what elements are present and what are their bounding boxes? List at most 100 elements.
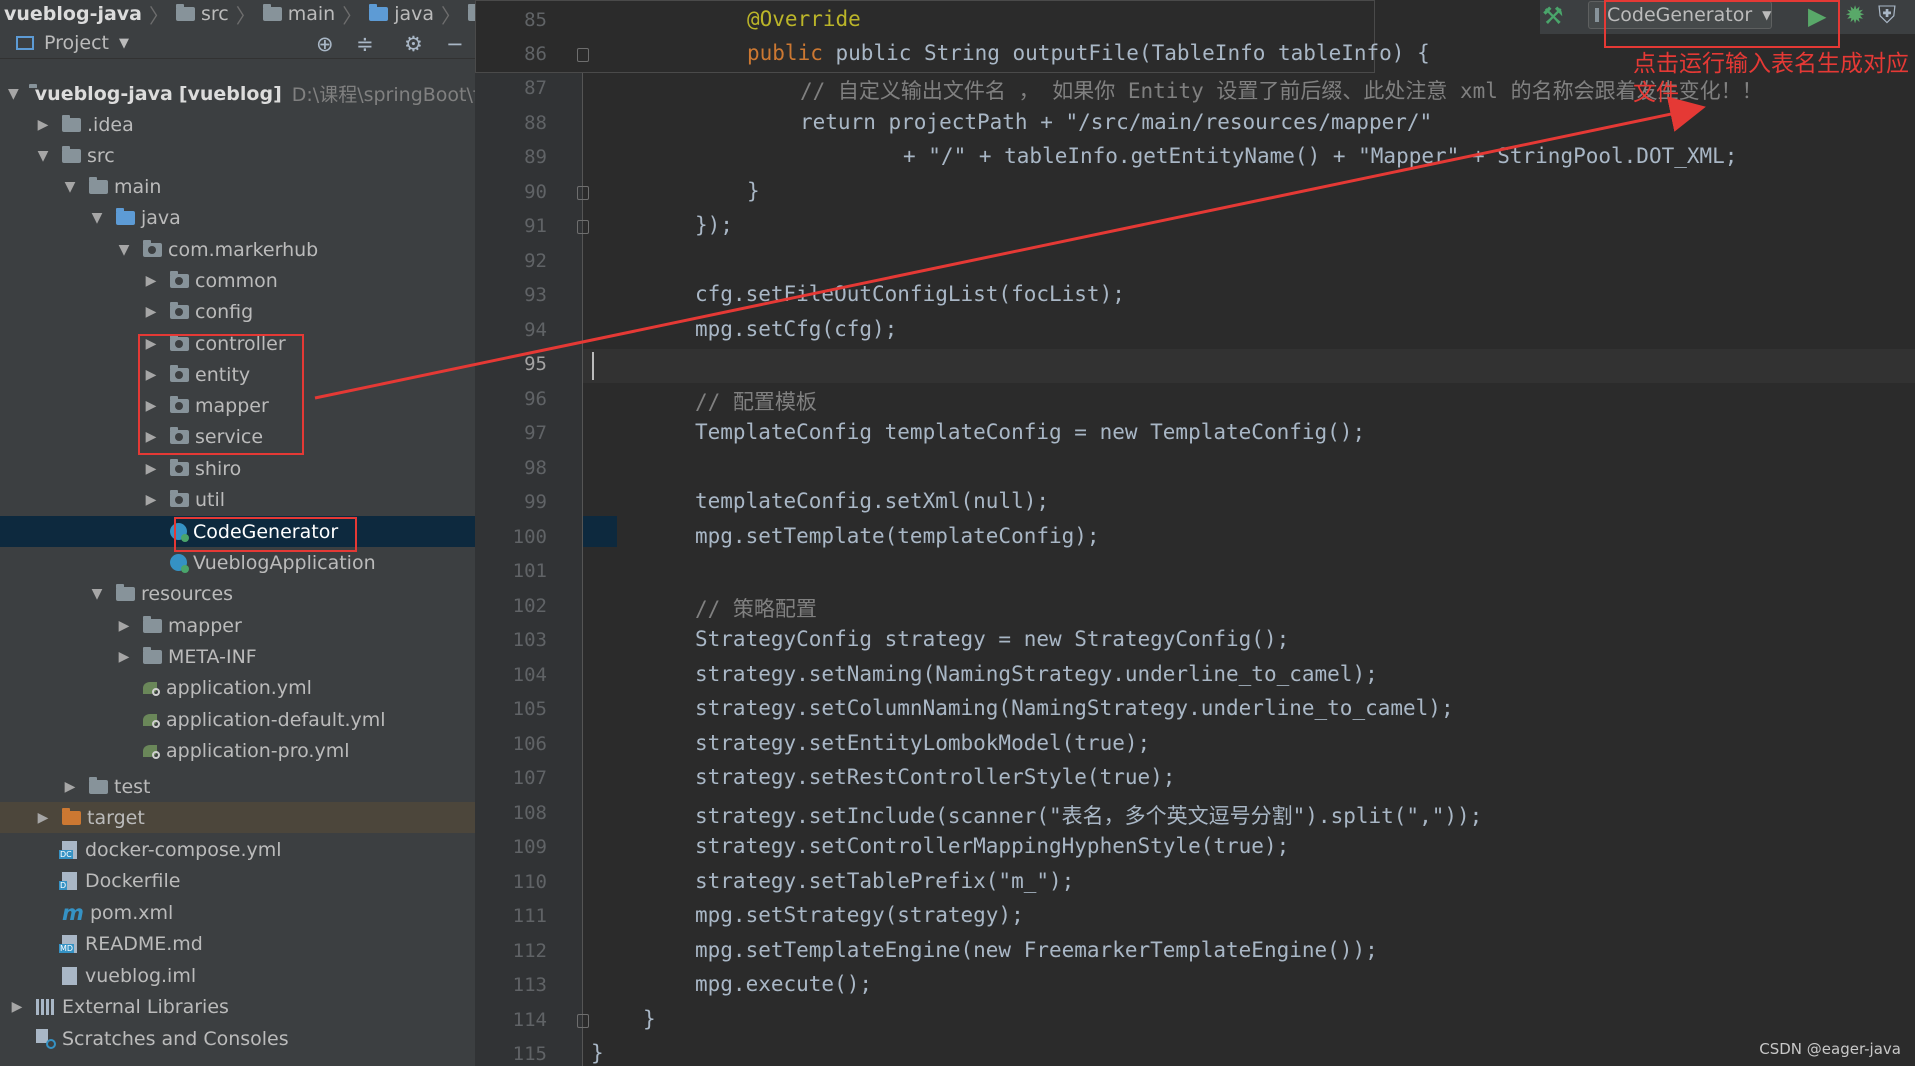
code-line[interactable]: strategy.setRestControllerStyle(true); (695, 765, 1175, 789)
collapse-arrow-icon[interactable]: ▶ (142, 273, 160, 289)
tree-item-docker-compose[interactable]: DC docker-compose.yml (0, 834, 509, 865)
line-number: 90 (524, 181, 547, 203)
collapse-arrow-icon[interactable]: ▶ (142, 492, 160, 508)
tree-item-label: External Libraries (62, 995, 229, 1018)
fold-marker-icon[interactable] (577, 1014, 589, 1028)
collapse-arrow-icon[interactable]: ▶ (115, 649, 133, 665)
code-line[interactable]: mpg.setStrategy(strategy); (695, 903, 1024, 927)
tree-item-dockerfile[interactable]: D Dockerfile (0, 865, 509, 896)
code-line[interactable]: mpg.execute(); (695, 972, 872, 996)
coverage-icon[interactable]: ⛨ (1878, 1, 1896, 29)
tree-item-pom[interactable]: m pom.xml (0, 897, 509, 928)
line-number: 97 (524, 422, 547, 444)
highlight-box-generated-packages (138, 334, 304, 455)
expand-arrow-icon[interactable]: ▼ (115, 242, 133, 258)
code-line[interactable]: strategy.setColumnNaming(NamingStrategy.… (695, 696, 1454, 720)
collapse-arrow-icon[interactable]: ▶ (115, 618, 133, 634)
code-line[interactable]: // 配置模板 (695, 386, 817, 416)
tree-item-scratches[interactable]: Scratches and Consoles (0, 1023, 483, 1054)
tree-item-label: main (114, 175, 162, 198)
expand-arrow-icon[interactable]: ▼ (88, 586, 106, 602)
line-number: 96 (524, 388, 547, 410)
line-number: 113 (512, 974, 547, 996)
code-line[interactable]: strategy.setEntityLombokModel(true); (695, 731, 1150, 755)
tree-item-label: VueblogApplication (193, 551, 376, 574)
code-text: + "/" + tableInfo.getEntityName() + "Map… (903, 144, 1738, 168)
code-line[interactable]: strategy.setNaming(NamingStrategy.underl… (695, 662, 1378, 686)
tree-item-vueblog-iml[interactable]: vueblog.iml (0, 960, 509, 991)
breadcrumb-label: java (394, 3, 435, 25)
chevron-down-icon[interactable]: ▼ (119, 36, 129, 51)
code-line[interactable]: // 策略配置 (695, 593, 817, 623)
line-number: 87 (524, 77, 547, 99)
collapse-arrow-icon[interactable]: ▶ (34, 117, 52, 133)
breadcrumb-item-java[interactable]: java (369, 3, 434, 25)
line-number: 104 (512, 664, 547, 686)
line-number: 85 (524, 9, 547, 31)
fold-marker-icon[interactable] (577, 186, 589, 200)
code-line[interactable]: } (747, 179, 760, 203)
tree-item-readme[interactable]: MD README.md (0, 928, 509, 959)
expand-arrow-icon[interactable]: ▼ (34, 148, 52, 164)
expand-arrow-icon[interactable]: ▼ (88, 210, 106, 226)
code-line[interactable]: cfg.setFileOutConfigList(focList); (695, 282, 1125, 306)
code-line[interactable]: strategy.setControllerMappingHyphenStyle… (695, 834, 1289, 858)
tree-item-test[interactable]: ▶ test (0, 771, 536, 802)
build-icon[interactable]: ⚒ (1542, 2, 1564, 30)
line-number: 108 (512, 802, 547, 824)
collapse-all-icon[interactable]: ≑ (356, 32, 374, 56)
tree-item-external-libraries[interactable]: ▶ External Libraries (0, 991, 483, 1022)
line-number: 86 (524, 43, 547, 65)
code-line[interactable]: public public String outputFile(TableInf… (747, 41, 1430, 65)
highlight-box-codegenerator (174, 517, 357, 552)
code-line[interactable]: mpg.setCfg(cfg); (695, 317, 897, 341)
collapse-arrow-icon[interactable]: ▶ (142, 304, 160, 320)
locate-icon[interactable]: ⊕ (316, 32, 334, 56)
highlight-box-run-config (1604, 0, 1840, 48)
code-line[interactable]: strategy.setInclude(scanner("表名，多个英文逗号分割… (695, 800, 1482, 830)
scratches-icon (36, 1028, 56, 1049)
code-line[interactable]: } (643, 1007, 656, 1031)
code-line[interactable]: } (591, 1041, 604, 1065)
expand-arrow-icon[interactable]: ▼ (8, 86, 19, 102)
code-line[interactable]: return projectPath + "/src/main/resource… (800, 110, 1432, 134)
iml-icon (62, 966, 77, 985)
code-line[interactable]: }); (695, 213, 733, 237)
line-number: 98 (524, 457, 547, 479)
fold-marker-icon[interactable] (577, 48, 589, 62)
collapse-arrow-icon[interactable]: ▶ (61, 779, 79, 795)
gear-icon[interactable]: ⚙ (404, 32, 423, 56)
line-number: 106 (512, 733, 547, 755)
breadcrumb-item-main[interactable]: main (262, 3, 335, 25)
line-number: 91 (524, 215, 547, 237)
expand-arrow-icon[interactable]: ▼ (61, 179, 79, 195)
code-line[interactable]: + "/" + tableInfo.getEntityName() + "Map… (903, 144, 1737, 168)
tree-item-target[interactable]: ▶ target (0, 802, 509, 833)
collapse-arrow-icon[interactable]: ▶ (34, 810, 52, 826)
tree-item-src[interactable]: ▼ src (0, 140, 509, 171)
fold-marker-icon[interactable] (577, 220, 589, 234)
line-number: 95 (524, 353, 547, 375)
breadcrumb-item-com[interactable]: com (468, 3, 475, 25)
tree-item-label: com.markerhub (168, 238, 319, 261)
code-line[interactable]: TemplateConfig templateConfig = new Temp… (695, 420, 1365, 444)
tree-item-project-root[interactable]: ▼ vueblog-java [vueblog] D:\课程\springBoot\… (0, 78, 503, 109)
line-number: 114 (512, 1009, 547, 1031)
code-line[interactable]: StrategyConfig strategy = new StrategyCo… (695, 627, 1289, 651)
hide-icon[interactable]: − (446, 32, 464, 56)
code-line[interactable]: mpg.setTemplateEngine(new FreemarkerTemp… (695, 938, 1378, 962)
code-line[interactable]: @Override (747, 7, 861, 31)
code-line[interactable]: mpg.setTemplate(templateConfig); (695, 524, 1100, 548)
folder-icon (369, 4, 389, 21)
project-view-selector[interactable]: Project (44, 32, 109, 54)
code-line[interactable]: strategy.setTablePrefix("m_"); (695, 869, 1074, 893)
debug-icon[interactable]: ✹ (1845, 1, 1865, 29)
breadcrumb-item-src[interactable]: src (176, 3, 229, 25)
tree-item-idea[interactable]: ▶ .idea (0, 109, 509, 140)
breadcrumb-item-project[interactable]: vueblog-java (0, 3, 142, 25)
tree-item-main[interactable]: ▼ main (0, 171, 536, 202)
collapse-arrow-icon[interactable]: ▶ (142, 461, 160, 477)
code-line[interactable]: templateConfig.setXml(null); (695, 489, 1049, 513)
code-line[interactable]: // 自定义输出文件名 ， 如果你 Entity 设置了前后缀、此处注意 xml… (800, 75, 1763, 105)
collapse-arrow-icon[interactable]: ▶ (8, 999, 26, 1015)
